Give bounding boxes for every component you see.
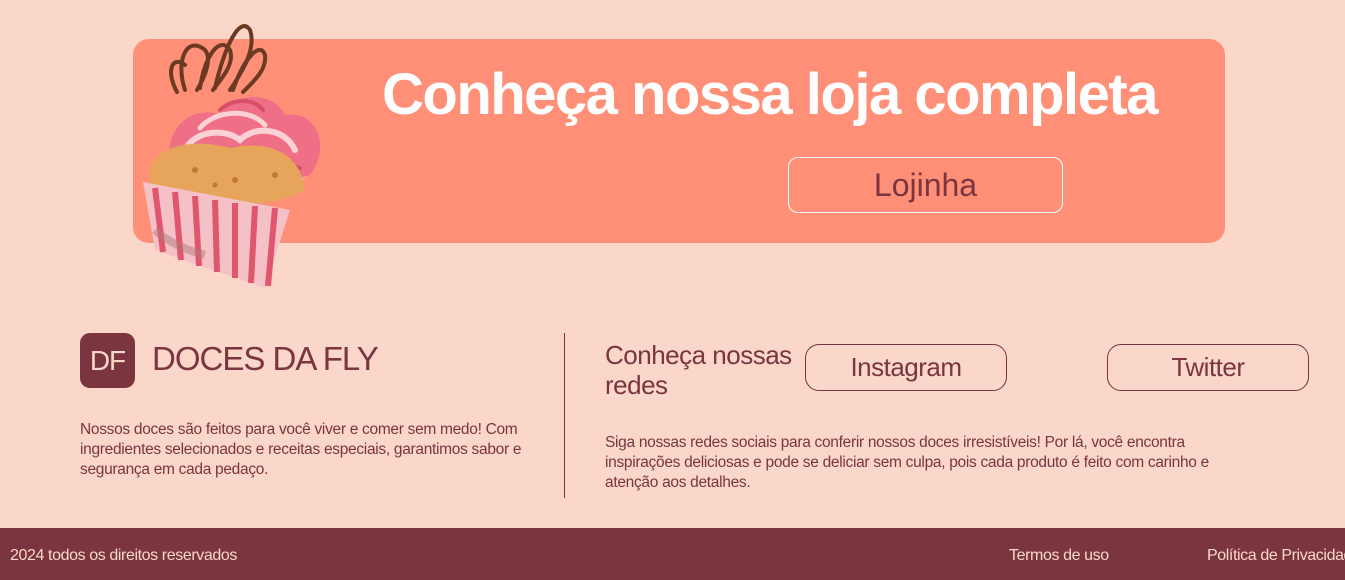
brand-name: DOCES DA FLY [152, 340, 379, 377]
shop-button[interactable]: Lojinha [788, 157, 1063, 213]
copyright-text: 2024 todos os direitos reservados [10, 547, 237, 564]
banner-title: Conheça nossa loja completa [382, 62, 1158, 127]
terms-link[interactable]: Termos de uso [1009, 547, 1109, 565]
page: Conheça nossa loja completa Lojinha DF D… [0, 0, 1345, 580]
privacy-link[interactable]: Política de Privacidade [1207, 547, 1345, 565]
twitter-button[interactable]: Twitter [1107, 344, 1309, 391]
column-divider [564, 333, 565, 498]
instagram-button[interactable]: Instagram [805, 344, 1007, 391]
brand-description: Nossos doces são feitos para você viver … [80, 421, 522, 478]
footer: 2024 todos os direitos reservados Termos… [0, 528, 1345, 580]
brand-logo: DF [80, 333, 135, 388]
cupcake-illustration [143, 24, 321, 288]
social-heading: Conheça nossas redes [605, 340, 792, 400]
social-description: Siga nossas redes sociais para conferir … [605, 434, 1209, 491]
